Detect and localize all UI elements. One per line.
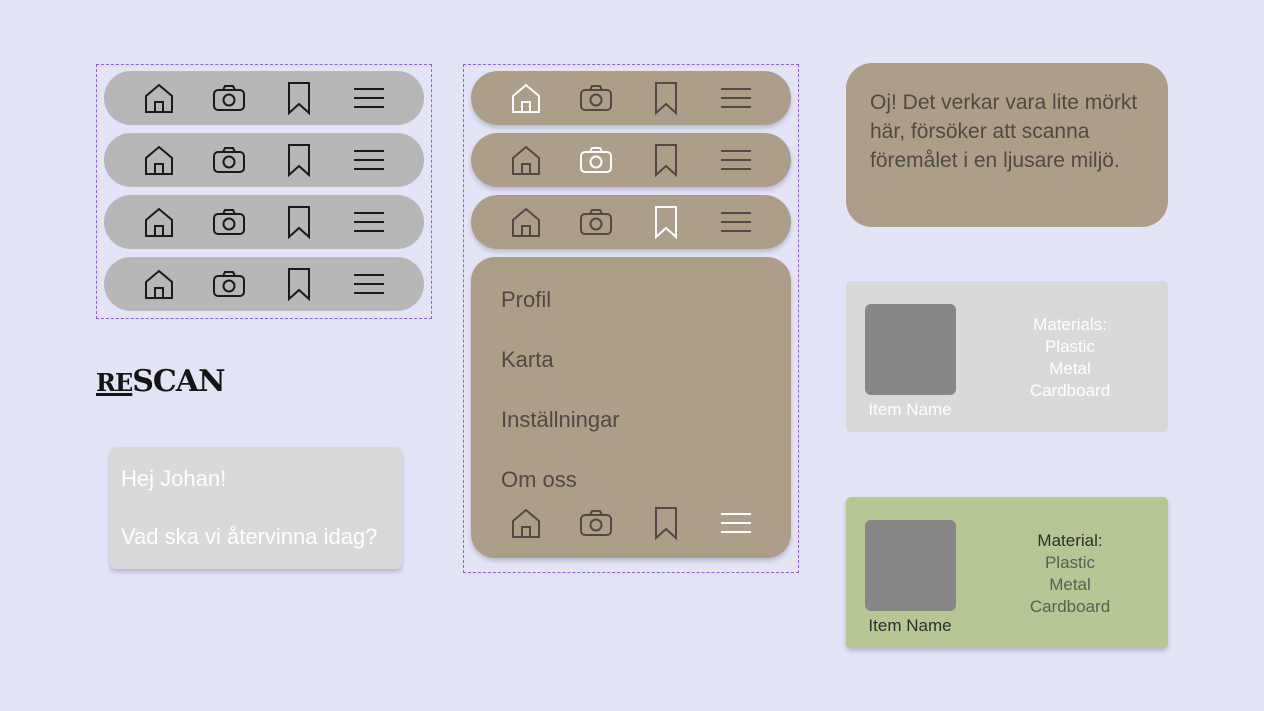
item-materials: Material: Plastic Metal Cardboard — [1014, 530, 1126, 618]
menu-item-karta[interactable]: Karta — [501, 347, 554, 373]
item-name: Item Name — [868, 616, 952, 635]
menu-icon[interactable] — [349, 140, 389, 180]
home-icon[interactable] — [139, 78, 179, 118]
home-icon[interactable] — [139, 202, 179, 242]
menu-icon[interactable] — [716, 78, 756, 118]
camera-icon[interactable] — [209, 140, 249, 180]
navbar-gray — [104, 257, 424, 311]
menu-icon[interactable] — [349, 202, 389, 242]
dark-environment-alert: Oj! Det verkar vara lite mörkt här, förs… — [846, 63, 1168, 227]
home-icon[interactable] — [508, 505, 544, 546]
camera-icon[interactable] — [576, 202, 616, 242]
home-icon[interactable] — [139, 140, 179, 180]
item-card-selected[interactable]: Item Name Material: Plastic Metal Cardbo… — [846, 497, 1168, 648]
material-item: Plastic — [1044, 553, 1096, 572]
rescan-logo: RESCAN — [96, 364, 226, 399]
item-thumbnail — [865, 304, 956, 395]
camera-icon[interactable] — [209, 264, 249, 304]
item-card[interactable]: Item Name Materials: Plastic Metal Cardb… — [846, 281, 1168, 432]
menu-item-installningar[interactable]: Inställningar — [501, 407, 620, 433]
material-item: Metal — [1049, 359, 1091, 378]
materials-label: Materials: — [1033, 315, 1107, 334]
navbar-bookmark-active — [471, 195, 791, 249]
navbar-home-active — [471, 71, 791, 125]
camera-icon[interactable] — [578, 505, 614, 546]
menu-item-om-oss[interactable]: Om oss — [501, 467, 577, 493]
materials-label: Material: — [1037, 531, 1103, 550]
navbar-camera-active — [471, 133, 791, 187]
bookmark-icon[interactable] — [648, 505, 684, 546]
expanded-menu: Profil Karta Inställningar Om oss — [471, 257, 791, 558]
material-item: Metal — [1049, 575, 1091, 594]
item-name: Item Name — [868, 400, 952, 419]
menu-navbar — [471, 500, 791, 550]
bookmark-icon[interactable] — [279, 264, 319, 304]
bookmark-icon[interactable] — [279, 78, 319, 118]
greeting-title: Hej Johan! — [121, 466, 227, 491]
navbar-gray — [104, 133, 424, 187]
navbar-gray — [104, 71, 424, 125]
menu-item-profil[interactable]: Profil — [501, 287, 551, 313]
home-icon[interactable] — [506, 140, 546, 180]
item-materials: Materials: Plastic Metal Cardboard — [1014, 314, 1126, 402]
material-item: Plastic — [1044, 337, 1096, 356]
camera-icon[interactable] — [576, 78, 616, 118]
navbar-gray — [104, 195, 424, 249]
bookmark-icon[interactable] — [646, 78, 686, 118]
home-icon[interactable] — [506, 202, 546, 242]
greeting-question: Vad ska vi återvinna idag? — [121, 524, 378, 549]
item-thumbnail — [865, 520, 956, 611]
camera-icon[interactable] — [209, 202, 249, 242]
greeting-card: Hej Johan! Vad ska vi återvinna idag? — [110, 447, 402, 569]
material-item: Cardboard — [1029, 381, 1111, 400]
bookmark-icon[interactable] — [279, 202, 319, 242]
bookmark-icon[interactable] — [646, 202, 686, 242]
menu-icon[interactable] — [718, 505, 754, 546]
menu-icon[interactable] — [716, 140, 756, 180]
camera-icon[interactable] — [209, 78, 249, 118]
bookmark-icon[interactable] — [279, 140, 319, 180]
camera-icon[interactable] — [576, 140, 616, 180]
home-icon[interactable] — [139, 264, 179, 304]
menu-icon[interactable] — [716, 202, 756, 242]
material-item: Cardboard — [1029, 597, 1111, 616]
bookmark-icon[interactable] — [646, 140, 686, 180]
home-icon[interactable] — [506, 78, 546, 118]
menu-icon[interactable] — [349, 78, 389, 118]
menu-icon[interactable] — [349, 264, 389, 304]
